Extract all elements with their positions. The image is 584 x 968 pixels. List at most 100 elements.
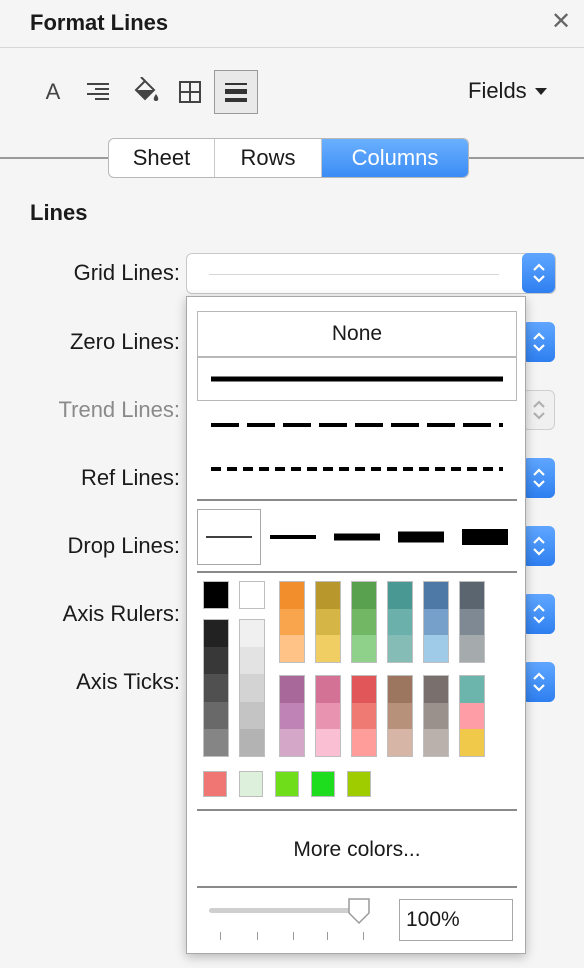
color-swatch[interactable] (240, 647, 264, 675)
lines-icon[interactable] (214, 70, 258, 114)
line-weight-5[interactable] (457, 509, 513, 565)
color-swatch[interactable] (424, 729, 448, 757)
color-swatch[interactable] (388, 608, 412, 636)
scope-tabs: Sheet Rows Columns (108, 138, 469, 178)
color-swatch[interactable] (388, 702, 412, 730)
color-swatch[interactable] (316, 676, 340, 703)
line-none-option[interactable]: None (197, 311, 517, 357)
color-swatch[interactable] (424, 702, 448, 730)
color-swatch-black[interactable] (203, 581, 229, 609)
color-swatch[interactable] (204, 620, 228, 648)
font-icon[interactable]: A (31, 70, 75, 114)
color-swatch[interactable] (204, 728, 228, 757)
slider-tick (293, 932, 294, 940)
ref-lines-stepper[interactable] (522, 458, 555, 498)
color-swatch[interactable] (316, 582, 340, 609)
color-swatch[interactable] (424, 582, 448, 609)
alignment-icon[interactable] (76, 70, 120, 114)
fields-label: Fields (468, 78, 527, 103)
color-swatch[interactable] (460, 608, 484, 636)
line-weight-3[interactable] (329, 509, 385, 565)
fields-dropdown[interactable]: Fields (468, 78, 547, 104)
slider-tick (220, 932, 221, 940)
color-swatch[interactable] (204, 701, 228, 729)
slider-tick (257, 932, 258, 940)
color-swatch[interactable] (460, 676, 484, 703)
color-swatch[interactable] (316, 608, 340, 636)
axis-ticks-stepper[interactable] (522, 662, 555, 702)
line-weight-2[interactable] (265, 509, 321, 565)
color-swatch[interactable] (280, 729, 304, 757)
grid-lines-stepper[interactable] (522, 253, 555, 293)
color-swatch[interactable] (352, 635, 376, 663)
close-icon[interactable]: ✕ (551, 9, 571, 35)
tab-columns[interactable]: Columns (322, 139, 468, 177)
line-style-dashed[interactable] (197, 403, 517, 447)
color-swatch[interactable] (388, 582, 412, 609)
color-column (351, 581, 377, 663)
color-swatch[interactable] (352, 582, 376, 609)
color-swatch[interactable] (424, 635, 448, 663)
up-down-icon (532, 400, 545, 420)
more-colors-button[interactable]: More colors... (197, 833, 517, 867)
opacity-slider-track[interactable] (209, 908, 369, 913)
opacity-input[interactable]: 100% (399, 899, 513, 941)
color-swatch[interactable] (388, 635, 412, 663)
color-swatch[interactable] (316, 702, 340, 730)
paint-bucket-icon[interactable] (123, 70, 167, 114)
color-swatch[interactable] (280, 676, 304, 703)
color-swatch[interactable] (352, 729, 376, 757)
up-down-icon (532, 332, 545, 352)
ref-lines-label: Ref Lines: (80, 465, 180, 490)
color-swatch[interactable] (280, 702, 304, 730)
color-swatch[interactable] (460, 582, 484, 609)
color-swatch[interactable] (204, 647, 228, 675)
color-swatch[interactable] (424, 608, 448, 636)
color-swatch[interactable] (388, 729, 412, 757)
color-swatch[interactable] (460, 729, 484, 757)
color-swatch[interactable] (424, 676, 448, 703)
font-icon-glyph: A (45, 79, 61, 104)
color-swatch[interactable] (352, 676, 376, 703)
recent-color-swatch[interactable] (311, 771, 335, 797)
color-swatch[interactable] (240, 701, 264, 729)
color-swatch[interactable] (280, 635, 304, 663)
color-column (315, 675, 341, 757)
recent-color-swatch[interactable] (203, 771, 227, 797)
color-swatch[interactable] (240, 620, 264, 648)
slider-tick (327, 932, 328, 940)
color-swatch[interactable] (352, 702, 376, 730)
color-swatch[interactable] (460, 635, 484, 663)
trend-lines-label: Trend Lines: (58, 397, 180, 422)
line-weight-1[interactable] (197, 509, 261, 565)
color-swatch[interactable] (240, 728, 264, 757)
grid-lines-dropdown[interactable] (186, 253, 556, 294)
recent-color-swatch[interactable] (239, 771, 263, 797)
drop-lines-stepper[interactable] (522, 526, 555, 566)
tab-rows[interactable]: Rows (215, 139, 322, 177)
up-down-icon (532, 536, 545, 556)
line-format-popup: None More colors... 100% (186, 296, 526, 954)
color-swatch[interactable] (316, 729, 340, 757)
recent-color-swatch[interactable] (347, 771, 371, 797)
line-style-dotted[interactable] (197, 447, 517, 491)
color-swatch[interactable] (280, 582, 304, 609)
color-swatch[interactable] (388, 676, 412, 703)
color-swatch-white[interactable] (239, 581, 265, 609)
color-swatch[interactable] (460, 702, 484, 730)
color-column (423, 675, 449, 757)
line-style-solid[interactable] (197, 357, 517, 401)
opacity-slider-thumb[interactable] (347, 897, 371, 925)
tab-sheet[interactable]: Sheet (109, 139, 215, 177)
color-swatch[interactable] (352, 608, 376, 636)
color-swatch[interactable] (280, 608, 304, 636)
color-swatch[interactable] (204, 674, 228, 702)
color-swatch[interactable] (316, 635, 340, 663)
recent-color-swatch[interactable] (275, 771, 299, 797)
line-weight-4[interactable] (393, 509, 449, 565)
zero-lines-stepper[interactable] (522, 322, 555, 362)
color-swatch[interactable] (240, 674, 264, 702)
borders-icon[interactable] (168, 70, 212, 114)
popup-divider (197, 499, 517, 501)
axis-rulers-stepper[interactable] (522, 594, 555, 634)
